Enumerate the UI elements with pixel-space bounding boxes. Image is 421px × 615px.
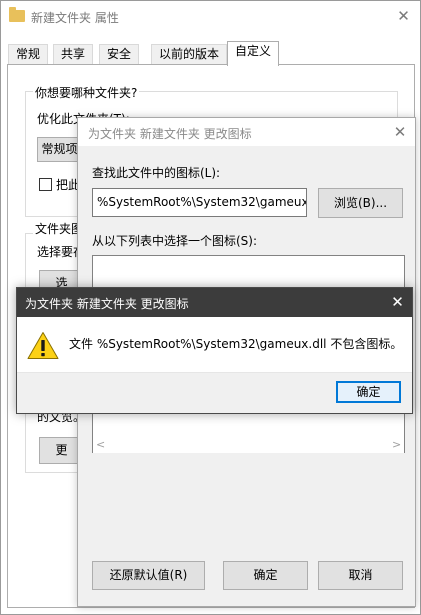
message-box-close-button[interactable]: ✕ [383,288,412,317]
folder-icon [9,7,25,22]
folder-type-group-label: 你想要哪种文件夹? [33,84,140,101]
change-icon-title-bar: 为文件夹 新建文件夹 更改图标 ✕ [78,118,415,146]
dialog-ok-button[interactable]: 确定 [223,561,308,590]
message-ok-button[interactable]: 确定 [336,381,401,403]
change-icon-title: 为文件夹 新建文件夹 更改图标 [88,127,252,141]
scroll-left-icon[interactable]: < [96,436,105,453]
tab-customize[interactable]: 自定义 [227,41,280,66]
icon-file-path-input[interactable]: %SystemRoot%\System32\gameux.dll [92,188,307,217]
properties-title-bar: 新建文件夹 属性 ✕ [1,1,420,32]
tab-sharing[interactable]: 共享 [53,44,94,65]
icon-list-label: 从以下列表中选择一个图标(S): [92,234,258,248]
scroll-right-icon[interactable]: > [392,436,401,453]
properties-close-button[interactable]: ✕ [387,2,420,31]
icon-list-horizontal-scrollbar[interactable]: < > [93,436,404,453]
warning-icon [27,332,59,359]
find-icons-label: 查找此文件中的图标(L): [92,166,221,180]
tab-previous-versions[interactable]: 以前的版本 [151,44,228,65]
browse-button[interactable]: 浏览(B)... [318,188,403,218]
restore-defaults-button[interactable]: 还原默认值(R) [92,561,205,590]
change-icon-close-button[interactable]: ✕ [386,118,414,146]
message-box-title: 为文件夹 新建文件夹 更改图标 [25,297,189,311]
message-box-title-bar: 为文件夹 新建文件夹 更改图标 ✕ [17,288,412,317]
properties-title: 新建文件夹 属性 [31,11,119,25]
optimize-select[interactable]: 常规项 [37,137,82,162]
error-message-box: 为文件夹 新建文件夹 更改图标 ✕ 文件 %SystemRoot%\System… [16,287,413,414]
dialog-cancel-button[interactable]: 取消 [318,561,403,590]
apply-subfolders-checkbox[interactable] [39,178,52,191]
message-text: 文件 %SystemRoot%\System32\gameux.dll 不包含图… [69,337,403,351]
tab-general[interactable]: 常规 [8,44,49,65]
tab-security[interactable]: 安全 [99,44,140,65]
